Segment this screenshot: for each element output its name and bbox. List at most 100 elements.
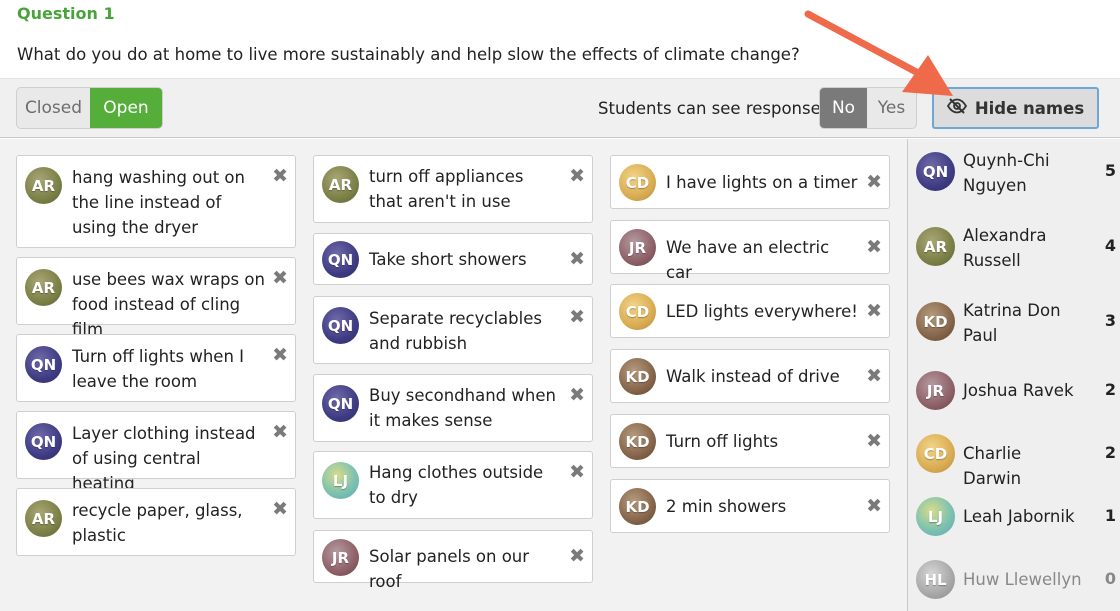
avatar: AR (25, 500, 62, 537)
response-card[interactable]: QN Take short showers ✖ (313, 233, 593, 285)
student-row[interactable]: QN Quynh-Chi Nguyen 5 (916, 148, 1116, 198)
visibility-yes-button[interactable]: Yes (867, 88, 916, 128)
student-row[interactable]: LJ Leah Jabornik 1 (916, 494, 1116, 544)
response-count: 2 (1104, 443, 1116, 462)
close-icon[interactable]: ✖ (569, 385, 585, 405)
visibility-no-button[interactable]: No (820, 88, 868, 128)
response-count: 5 (1104, 161, 1116, 180)
avatar: CD (619, 164, 656, 201)
avatar: LJ (916, 497, 955, 536)
response-card[interactable]: KD Walk instead of drive ✖ (610, 349, 890, 403)
control-bar: Closed Open Students can see responses N… (0, 78, 1120, 138)
close-icon[interactable]: ✖ (569, 307, 585, 327)
avatar: AR (25, 269, 62, 306)
response-count: 2 (1104, 380, 1116, 399)
avatar: QN (916, 152, 955, 191)
hide-names-label: Hide names (974, 98, 1085, 118)
response-text: recycle paper, glass, plastic (72, 501, 243, 545)
response-text: Buy secondhand when it makes sense (369, 386, 556, 430)
student-name: Quynh-Chi Nguyen (963, 151, 1050, 195)
response-card[interactable]: QN Layer clothing instead of using centr… (16, 411, 296, 493)
close-icon[interactable]: ✖ (272, 345, 288, 365)
student-row[interactable]: KD Katrina Don Paul 3 (916, 298, 1116, 348)
response-text: Turn off lights (666, 432, 779, 451)
response-card[interactable]: AR hang washing out on the line instead … (16, 155, 296, 248)
avatar: QN (25, 346, 62, 383)
response-text: Separate recyclables and rubbish (369, 309, 542, 353)
hide-names-button[interactable]: Hide names (932, 87, 1099, 129)
response-card[interactable]: AR use bees wax wraps on food instead of… (16, 257, 296, 339)
student-name: Katrina Don Paul (963, 301, 1061, 345)
status-toggle: Closed Open (16, 87, 163, 129)
close-icon[interactable]: ✖ (569, 249, 585, 269)
response-card[interactable]: KD Turn off lights ✖ (610, 414, 890, 468)
close-icon[interactable]: ✖ (866, 237, 882, 257)
avatar: JR (916, 371, 955, 410)
response-card[interactable]: AR turn off appliances that aren't in us… (313, 155, 593, 223)
visibility-toggle: No Yes (819, 87, 917, 129)
avatar: CD (916, 434, 955, 473)
avatar: KD (619, 423, 656, 460)
response-card[interactable]: QN Buy secondhand when it makes sense ✖ (313, 374, 593, 442)
response-count: 0 (1104, 569, 1116, 588)
close-icon[interactable]: ✖ (272, 499, 288, 519)
student-name: Charlie Darwin (963, 444, 1022, 488)
avatar: AR (25, 167, 62, 204)
response-card[interactable]: JR We have an electric car ✖ (610, 220, 890, 282)
response-text: 2 min showers (666, 497, 787, 516)
question-text: What do you do at home to live more sust… (17, 45, 800, 64)
response-text: Hang clothes outside to dry (369, 463, 544, 507)
status-closed-button[interactable]: Closed (17, 88, 90, 128)
student-name: Joshua Ravek (963, 381, 1074, 400)
avatar: QN (322, 385, 359, 422)
avatar: CD (619, 293, 656, 330)
response-text: turn off appliances that aren't in use (369, 167, 524, 211)
close-icon[interactable]: ✖ (272, 268, 288, 288)
close-icon[interactable]: ✖ (866, 496, 882, 516)
response-text: Layer clothing instead of using central … (72, 424, 256, 493)
response-count: 1 (1104, 506, 1116, 525)
close-icon[interactable]: ✖ (866, 172, 882, 192)
avatar: QN (322, 241, 359, 278)
response-count: 4 (1104, 236, 1116, 255)
avatar: KD (916, 302, 955, 341)
close-icon[interactable]: ✖ (866, 431, 882, 451)
response-text: use bees wax wraps on food instead of cl… (72, 270, 265, 339)
response-card[interactable]: LJ Hang clothes outside to dry ✖ (313, 451, 593, 519)
student-row[interactable]: HL Huw Llewellyn 0 (916, 557, 1116, 607)
close-icon[interactable]: ✖ (866, 366, 882, 386)
response-text: Walk instead of drive (666, 367, 840, 386)
close-icon[interactable]: ✖ (272, 166, 288, 186)
student-row[interactable]: AR Alexandra Russell 4 (916, 223, 1116, 273)
student-row[interactable]: CD Charlie Darwin 2 (916, 431, 1116, 488)
avatar: QN (322, 307, 359, 344)
response-card[interactable]: CD I have lights on a timer ✖ (610, 155, 890, 209)
avatar: KD (619, 488, 656, 525)
close-icon[interactable]: ✖ (569, 546, 585, 566)
student-row[interactable]: JR Joshua Ravek 2 (916, 368, 1116, 418)
response-text: We have an electric car (666, 238, 830, 282)
close-icon[interactable]: ✖ (272, 422, 288, 442)
response-card[interactable]: JR Solar panels on our roof ✖ (313, 530, 593, 591)
response-text: LED lights everywhere! (666, 302, 858, 321)
close-icon[interactable]: ✖ (866, 301, 882, 321)
avatar: LJ (322, 462, 359, 499)
avatar: AR (322, 166, 359, 203)
avatar: JR (322, 539, 359, 576)
response-text: hang washing out on the line instead of … (72, 168, 245, 237)
close-icon[interactable]: ✖ (569, 166, 585, 186)
response-card[interactable]: KD 2 min showers ✖ (610, 479, 890, 533)
avatar: AR (916, 227, 955, 266)
response-card[interactable]: AR recycle paper, glass, plastic ✖ (16, 488, 296, 556)
eye-slash-icon (946, 98, 967, 118)
students-see-responses-label: Students can see responses (598, 99, 830, 118)
avatar: HL (916, 560, 955, 599)
response-card[interactable]: CD LED lights everywhere! ✖ (610, 284, 890, 338)
close-icon[interactable]: ✖ (569, 462, 585, 482)
response-card[interactable]: QN Turn off lights when I leave the room… (16, 334, 296, 402)
avatar: JR (619, 229, 656, 266)
status-open-button[interactable]: Open (90, 88, 162, 128)
response-card[interactable]: QN Separate recyclables and rubbish ✖ (313, 296, 593, 364)
avatar: KD (619, 358, 656, 395)
question-title: Question 1 (17, 4, 115, 23)
